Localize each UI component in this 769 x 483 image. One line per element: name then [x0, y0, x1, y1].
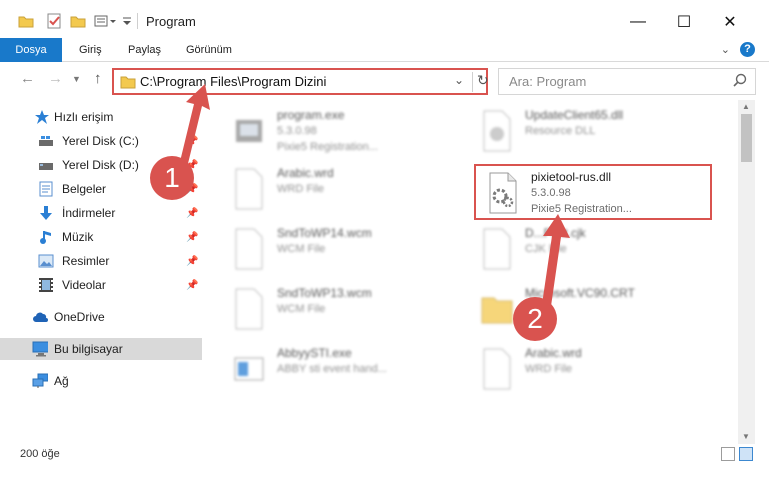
annotation-arrows [176, 84, 570, 320]
callout-1: 1 [150, 156, 194, 200]
callout-2: 2 [513, 297, 557, 341]
